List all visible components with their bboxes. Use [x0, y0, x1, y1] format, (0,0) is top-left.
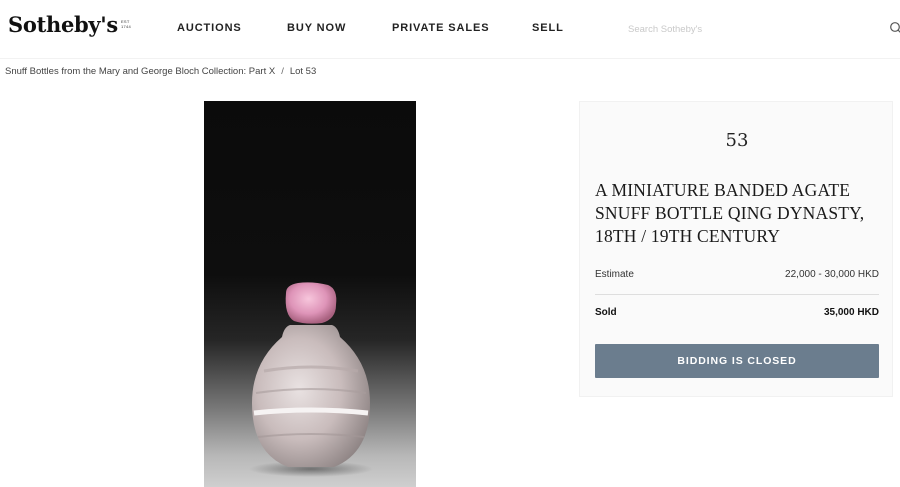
breadcrumb-lot: Lot 53 — [289, 66, 317, 77]
snuff-bottle-image — [249, 282, 373, 477]
estimate-label: Estimate — [595, 269, 634, 280]
sold-row: Sold 35,000 HKD — [595, 307, 879, 318]
estimate-value: 22,000 - 30,000 HKD — [785, 269, 879, 280]
header-divider — [0, 58, 900, 59]
panel-divider — [595, 294, 879, 295]
bidding-closed-button[interactable]: BIDDING IS CLOSED — [595, 344, 879, 378]
nav-buy-now[interactable]: BUY NOW — [287, 22, 346, 34]
search-input[interactable] — [628, 19, 883, 39]
lot-title: A MINIATURE BANDED AGATE SNUFF BOTTLE QI… — [595, 180, 865, 246]
search-icon[interactable] — [889, 21, 900, 35]
lot-number: 53 — [725, 130, 749, 151]
lot-info-panel: 53 A MINIATURE BANDED AGATE SNUFF BOTTLE… — [579, 101, 893, 397]
sothebys-logo[interactable]: Sotheby's EST 1744 — [8, 11, 132, 39]
breadcrumb-separator: / — [281, 66, 284, 77]
breadcrumb: Snuff Bottles from the Mary and George B… — [5, 66, 316, 77]
nav-auctions[interactable]: AUCTIONS — [177, 22, 242, 34]
site-header: Sotheby's EST 1744 AUCTIONS BUY NOW PRIV… — [0, 0, 900, 58]
sold-label: Sold — [595, 307, 617, 318]
nav-private-sales[interactable]: PRIVATE SALES — [392, 22, 489, 34]
estimate-row: Estimate 22,000 - 30,000 HKD — [595, 269, 879, 280]
lot-image[interactable] — [204, 101, 416, 487]
logo-established-mark: EST 1744 — [120, 19, 132, 29]
nav-sell[interactable]: SELL — [532, 22, 564, 34]
breadcrumb-sale-link[interactable]: Snuff Bottles from the Mary and George B… — [5, 66, 275, 77]
logo-wordmark: Sotheby's — [8, 12, 118, 37]
sold-price: 35,000 HKD — [823, 307, 879, 318]
